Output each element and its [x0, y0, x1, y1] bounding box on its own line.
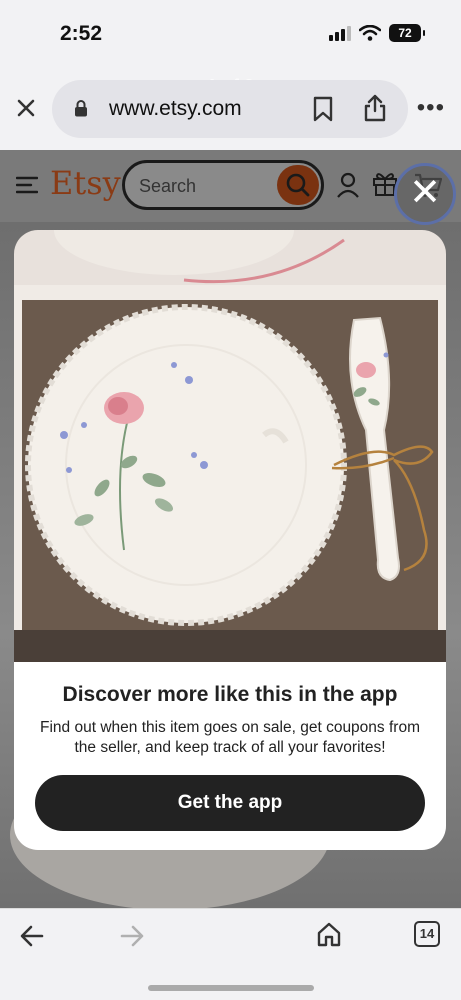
- get-the-app-button[interactable]: Get the app: [35, 775, 425, 831]
- more-icon[interactable]: •••: [417, 96, 445, 120]
- search-placeholder: Search: [139, 176, 197, 196]
- close-icon[interactable]: [14, 96, 38, 120]
- modal-close-button[interactable]: ✕: [394, 163, 456, 225]
- share-icon[interactable]: [362, 94, 388, 122]
- etsy-logo[interactable]: Etsy: [50, 164, 121, 202]
- search-button[interactable]: [277, 165, 319, 205]
- url-text: www.etsy.com: [109, 97, 242, 120]
- browser-toolbar: 14: [0, 908, 461, 1000]
- url-field[interactable]: www.etsy.com: [52, 80, 408, 138]
- wifi-icon: [359, 25, 381, 41]
- modal-description: Find out when this item goes on sale, ge…: [40, 719, 420, 756]
- etsy-header: Etsy Search: [0, 150, 461, 222]
- modal-title: Discover more like this in the app: [62, 683, 398, 706]
- user-icon[interactable]: [336, 172, 360, 198]
- status-time: 2:52: [60, 22, 103, 45]
- back-icon[interactable]: [20, 925, 44, 947]
- status-icons: 72: [329, 24, 425, 42]
- home-icon[interactable]: [316, 921, 342, 947]
- search-icon: [286, 173, 310, 197]
- status-bar: 2:52 72: [0, 0, 461, 66]
- home-indicator: [148, 985, 314, 991]
- signal-icon: [329, 25, 351, 41]
- lock-icon: [75, 100, 87, 117]
- tabs-icon[interactable]: 14: [414, 921, 440, 947]
- forward-icon[interactable]: [120, 925, 144, 947]
- battery-icon: 72: [389, 24, 425, 42]
- search-input[interactable]: Search: [122, 160, 324, 210]
- bookmark-icon[interactable]: [312, 96, 334, 122]
- product-image: [14, 230, 446, 662]
- app-promo-modal: Discover more like this in the app Find …: [14, 230, 446, 850]
- browser-address-bar: 1 of 2 www.etsy.com •••: [0, 66, 461, 150]
- hamburger-icon[interactable]: [16, 176, 38, 194]
